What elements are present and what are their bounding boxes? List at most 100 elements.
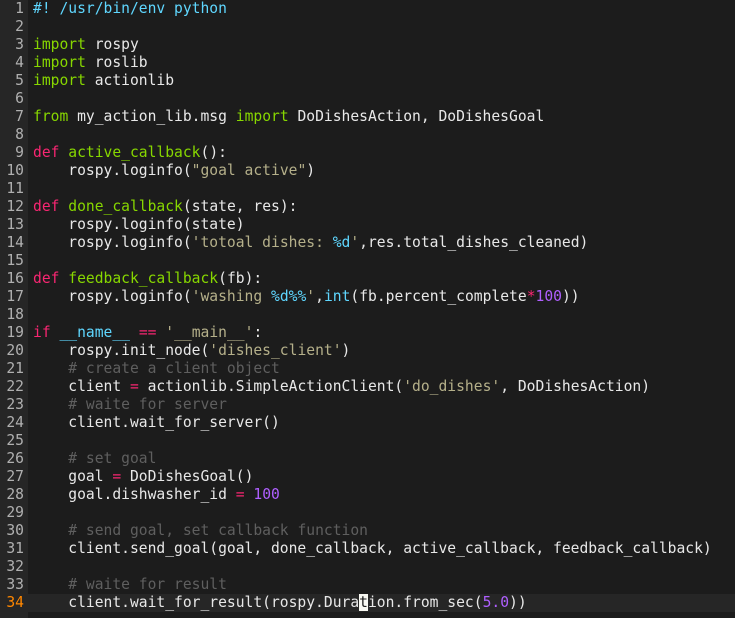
function-name: done_callback bbox=[68, 198, 183, 215]
operator: == bbox=[138, 324, 157, 341]
code-line[interactable]: 24 client.wait_for_server() bbox=[0, 414, 735, 432]
code-line[interactable]: 9 def active_callback(): bbox=[0, 144, 735, 162]
line-content[interactable]: import rospy bbox=[33, 36, 139, 54]
line-content[interactable]: if __name__ == '__main__': bbox=[33, 324, 262, 342]
code-line[interactable]: 26 # set goal bbox=[0, 450, 735, 468]
code-line[interactable]: 1 #! /usr/bin/env python bbox=[0, 0, 735, 18]
code-line[interactable]: 32 bbox=[0, 558, 735, 576]
code-line[interactable]: 2 bbox=[0, 18, 735, 36]
line-content[interactable]: import roslib bbox=[33, 54, 148, 72]
number-literal: 100 bbox=[535, 288, 562, 305]
code-line[interactable]: 27 goal = DoDishesGoal() bbox=[0, 468, 735, 486]
code-line[interactable]: 5 import actionlib bbox=[0, 72, 735, 90]
line-content[interactable]: #! /usr/bin/env python bbox=[33, 0, 227, 18]
code-lines[interactable]: 1 #! /usr/bin/env python 2 3 import rospy 4 im… bbox=[0, 0, 735, 612]
line-content[interactable]: # waite for result bbox=[33, 576, 227, 594]
code-text: ) bbox=[341, 342, 351, 359]
line-content[interactable]: # set goal bbox=[33, 450, 156, 468]
line-content[interactable]: from my_action_lib.msg import DoDishesAc… bbox=[33, 108, 544, 126]
code-text: client.wait_for_result(rospy.Dura bbox=[33, 594, 360, 611]
code-text: goal.dishwasher_id bbox=[33, 486, 236, 503]
line-number: 16 bbox=[0, 270, 28, 288]
code-line[interactable]: 23 # waite for server bbox=[0, 396, 735, 414]
line-number: 26 bbox=[0, 450, 28, 468]
string-literal: 'totoal dishes: bbox=[191, 234, 333, 251]
code-line[interactable]: 28 goal.dishwasher_id = 100 bbox=[0, 486, 735, 504]
line-content[interactable]: rospy.loginfo('totoal dishes: %d',res.to… bbox=[33, 234, 588, 252]
code-text: rospy.loginfo(state) bbox=[33, 216, 245, 233]
line-number: 32 bbox=[0, 558, 28, 576]
code-line[interactable]: 8 bbox=[0, 126, 735, 144]
line-content[interactable]: client = actionlib.SimpleActionClient('d… bbox=[33, 378, 650, 396]
format-specifier: %d bbox=[332, 234, 351, 251]
string-literal: '__main__' bbox=[165, 324, 254, 341]
line-number: 18 bbox=[0, 306, 28, 324]
string-literal: ' bbox=[306, 288, 316, 305]
line-content[interactable]: client.wait_for_server() bbox=[33, 414, 280, 432]
code-line[interactable]: 25 bbox=[0, 432, 735, 450]
line-number: 33 bbox=[0, 576, 28, 594]
keyword: from bbox=[33, 108, 69, 125]
code-line[interactable]: 17 rospy.loginfo('washing %d%%',int(fb.p… bbox=[0, 288, 735, 306]
code-line[interactable]: 18 bbox=[0, 306, 735, 324]
code-line[interactable]: 3 import rospy bbox=[0, 36, 735, 54]
code-line[interactable]: 11 bbox=[0, 180, 735, 198]
code-text: , DoDishesAction) bbox=[500, 378, 651, 395]
line-content[interactable]: import actionlib bbox=[33, 72, 174, 90]
line-content[interactable]: def feedback_callback(fb): bbox=[33, 270, 262, 288]
code-text: rospy bbox=[85, 36, 139, 53]
string-literal: 'washing bbox=[191, 288, 272, 305]
line-content[interactable]: rospy.loginfo("goal active") bbox=[33, 162, 315, 180]
line-content[interactable]: rospy.loginfo(state) bbox=[33, 216, 245, 234]
line-content[interactable]: def done_callback(state, res): bbox=[33, 198, 297, 216]
code-text: )) bbox=[561, 288, 580, 305]
line-number: 29 bbox=[0, 504, 28, 522]
code-text: rospy.loginfo( bbox=[33, 162, 192, 179]
line-number: 21 bbox=[0, 360, 28, 378]
line-content[interactable]: rospy.loginfo('washing %d%%',int(fb.perc… bbox=[33, 288, 580, 306]
code-line[interactable]: 14 rospy.loginfo('totoal dishes: %d',res… bbox=[0, 234, 735, 252]
code-line[interactable]: 31 client.send_goal(goal, done_callback,… bbox=[0, 540, 735, 558]
code-text: ion.from_sec( bbox=[367, 594, 483, 611]
code-line[interactable]: 21 # create a client object bbox=[0, 360, 735, 378]
line-content[interactable]: goal = DoDishesGoal() bbox=[33, 468, 253, 486]
code-line[interactable]: 12 def done_callback(state, res): bbox=[0, 198, 735, 216]
code-line[interactable]: 30 # send goal, set callback function bbox=[0, 522, 735, 540]
line-number: 5 bbox=[0, 72, 28, 90]
line-number: 28 bbox=[0, 486, 28, 504]
line-content[interactable]: goal.dishwasher_id = 100 bbox=[33, 486, 280, 504]
code-text: DoDishesGoal() bbox=[121, 468, 254, 485]
string-literal: ' bbox=[350, 234, 360, 251]
line-number: 10 bbox=[0, 162, 28, 180]
line-content[interactable]: # create a client object bbox=[33, 360, 280, 378]
line-number: 23 bbox=[0, 396, 28, 414]
code-line[interactable]: 33 # waite for result bbox=[0, 576, 735, 594]
keyword: import bbox=[33, 72, 86, 89]
line-content[interactable]: # send goal, set callback function bbox=[33, 522, 368, 540]
code-line[interactable]: 29 bbox=[0, 504, 735, 522]
code-line[interactable]: 34 client.wait_for_result(rospy.Duration… bbox=[0, 594, 735, 612]
keyword: def bbox=[33, 270, 60, 287]
code-line[interactable]: 22 client = actionlib.SimpleActionClient… bbox=[0, 378, 735, 396]
code-text: (): bbox=[200, 144, 227, 161]
line-content[interactable]: client.send_goal(goal, done_callback, ac… bbox=[33, 540, 711, 558]
code-line[interactable]: 10 rospy.loginfo("goal active") bbox=[0, 162, 735, 180]
string-literal: 'dishes_client' bbox=[209, 342, 342, 359]
line-content[interactable]: # waite for server bbox=[33, 396, 227, 414]
code-editor[interactable]: 1 #! /usr/bin/env python 2 3 import rospy 4 im… bbox=[0, 0, 735, 618]
code-text: rospy.init_node( bbox=[33, 342, 210, 359]
code-line[interactable]: 19 if __name__ == '__main__': bbox=[0, 324, 735, 342]
code-line[interactable]: 13 rospy.loginfo(state) bbox=[0, 216, 735, 234]
line-content[interactable]: def active_callback(): bbox=[33, 144, 227, 162]
line-number: 24 bbox=[0, 414, 28, 432]
code-line[interactable]: 20 rospy.init_node('dishes_client') bbox=[0, 342, 735, 360]
code-line[interactable]: 6 bbox=[0, 90, 735, 108]
code-line[interactable]: 16 def feedback_callback(fb): bbox=[0, 270, 735, 288]
code-line[interactable]: 15 bbox=[0, 252, 735, 270]
line-number: 2 bbox=[0, 18, 28, 36]
code-line[interactable]: 4 import roslib bbox=[0, 54, 735, 72]
line-content[interactable]: client.wait_for_result(rospy.Duration.fr… bbox=[33, 594, 527, 612]
code-line[interactable]: 7 from my_action_lib.msg import DoDishesA… bbox=[0, 108, 735, 126]
line-content[interactable]: rospy.init_node('dishes_client') bbox=[33, 342, 350, 360]
